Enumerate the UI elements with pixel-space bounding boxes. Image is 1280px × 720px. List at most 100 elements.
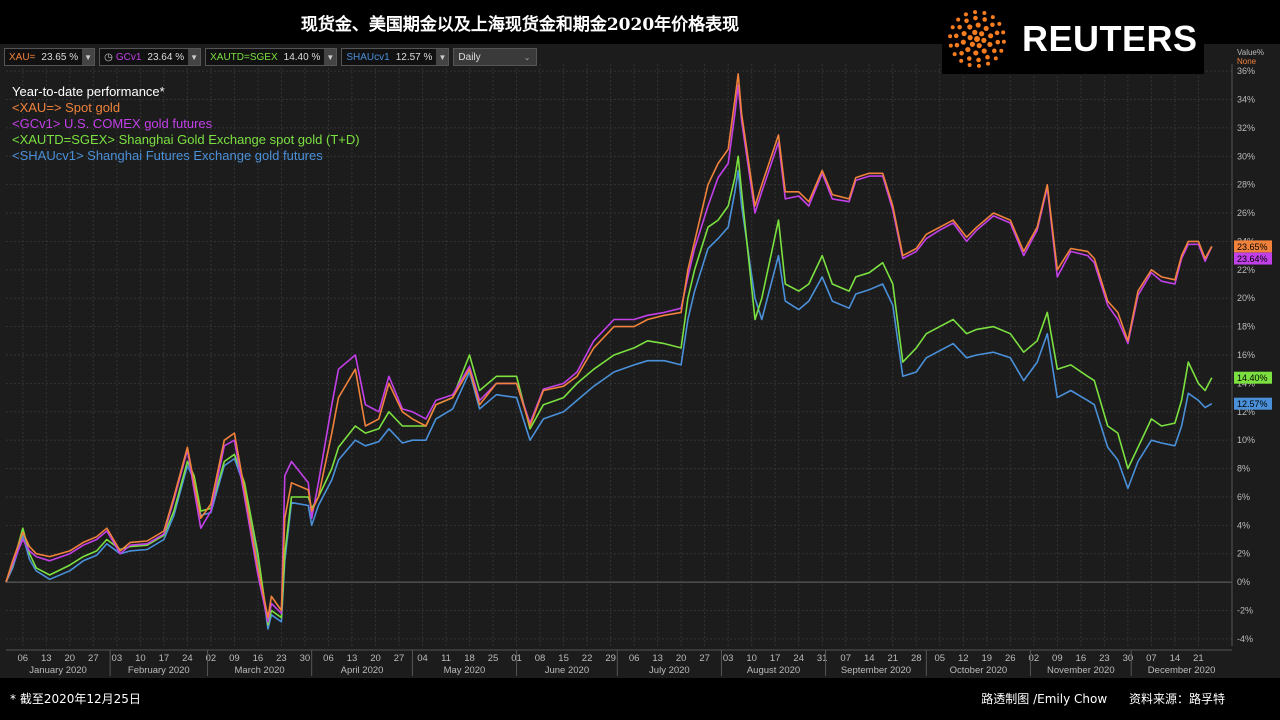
logo-dot: [976, 43, 982, 49]
logo-dot: [952, 52, 957, 57]
logo-dot: [979, 31, 985, 37]
logo-dot: [954, 42, 960, 48]
last-value-label: 23.64%: [1237, 254, 1268, 264]
y-tick-label: 0%: [1237, 577, 1250, 587]
x-tick-label: 14: [864, 653, 875, 664]
logo-dot: [982, 11, 987, 16]
logo-dot: [956, 17, 961, 22]
ric-value: 12.57 %: [395, 51, 433, 63]
right-axis-header: Value% None: [1237, 48, 1264, 66]
x-tick-label: 16: [1076, 653, 1087, 664]
x-tick-label: 21: [887, 653, 898, 664]
footnote: * 截至2020年12月25日: [10, 692, 141, 706]
logo-dot: [993, 56, 998, 61]
x-tick-label: 20: [370, 653, 381, 664]
x-tick-label: 23: [1099, 653, 1110, 664]
x-tick-label: 27: [699, 653, 710, 664]
x-tick-label: 03: [112, 653, 123, 664]
logo-dot: [976, 57, 981, 63]
logo-dot: [974, 36, 980, 42]
x-tick-label: 17: [159, 653, 170, 664]
chevron-down-icon[interactable]: ▼: [324, 49, 337, 65]
x-tick-label: 14: [1170, 653, 1181, 664]
ric-selector-xautd[interactable]: XAUTD=SGEX 14.40 % ▼: [205, 48, 338, 66]
x-tick-label: 22: [582, 653, 593, 664]
logo-dot: [967, 24, 973, 30]
x-tick-label: 26: [1005, 653, 1016, 664]
x-tick-label: 24: [182, 653, 193, 664]
x-tick-label: 08: [535, 653, 546, 664]
x-tick-label: 07: [1146, 653, 1157, 664]
chevron-down-icon[interactable]: ▼: [188, 49, 201, 65]
ric-selector-xau[interactable]: XAU= 23.65 % ▼: [4, 48, 96, 66]
y-tick-label: 18%: [1237, 322, 1255, 332]
axis-unit: Value%: [1237, 48, 1264, 57]
x-tick-label: 25: [488, 653, 499, 664]
x-tick-label: 13: [347, 653, 358, 664]
clock-icon: ◷: [104, 51, 113, 63]
logo-dot: [963, 12, 968, 17]
last-value-tag: 23.64%: [1234, 252, 1272, 265]
x-tick-label: 23: [276, 653, 287, 664]
x-tick-label: 06: [629, 653, 640, 664]
logo-dot: [1001, 30, 1006, 35]
logo-dot: [973, 50, 979, 56]
legend-title: Year-to-date performance*: [12, 84, 165, 99]
x-tick-label: 11: [441, 653, 451, 664]
chevron-down-icon[interactable]: ▼: [436, 49, 449, 65]
x-tick-label: 18: [464, 653, 475, 664]
last-value-tag: 12.57%: [1234, 397, 1272, 410]
ric-selector-gcv1[interactable]: ◷ GCv1 23.64 % ▼: [99, 48, 202, 66]
x-tick-label: 27: [394, 653, 405, 664]
month-label: April 2020: [341, 665, 384, 676]
ric-value: 14.40 %: [283, 51, 321, 63]
legend-entry-gcv1: <GCv1> U.S. COMEX gold futures: [12, 116, 213, 131]
logo-dot: [990, 22, 995, 28]
logo-dot: [957, 24, 962, 30]
month-label: March 2020: [235, 665, 285, 676]
ric-selector-shau[interactable]: SHAUcv1 12.57 % ▼: [341, 48, 450, 66]
logo-dot: [966, 56, 972, 61]
interval-select[interactable]: Daily ⌄: [453, 48, 538, 66]
ric-label: SHAUcv1: [346, 51, 390, 63]
logo-dot: [964, 18, 969, 24]
chevron-down-icon[interactable]: ▼: [82, 49, 95, 65]
graphic-credit: 路透制图 /Emily Chow: [981, 692, 1108, 706]
y-tick-label: 28%: [1237, 180, 1255, 190]
logo-dot: [961, 30, 967, 37]
x-tick-label: 04: [417, 653, 428, 664]
last-value-label: 12.57%: [1237, 399, 1268, 409]
x-tick-label: 09: [1052, 653, 1063, 664]
ric-value: 23.65 %: [41, 51, 79, 63]
logo-dot: [992, 48, 997, 54]
x-tick-label: 17: [770, 653, 781, 664]
y-tick-label: 36%: [1237, 66, 1255, 76]
x-tick-label: 29: [605, 653, 616, 664]
month-label: July 2020: [649, 665, 690, 676]
chart-title: 现货金、美国期金以及上海现货金和期金2020年价格表现: [300, 15, 740, 35]
y-tick-label: 34%: [1237, 94, 1255, 104]
series-line-xautd-sgex: [5, 155, 1213, 626]
x-tick-label: 28: [911, 653, 922, 664]
logo-dot: [967, 35, 973, 41]
x-tick-label: 24: [793, 653, 804, 664]
month-label: August 2020: [747, 665, 800, 676]
y-tick-label: 8%: [1237, 464, 1250, 474]
logo-dot: [965, 46, 971, 53]
x-tick-label: 07: [840, 653, 851, 664]
logo-dot: [948, 43, 953, 48]
reuters-wordmark: REUTERS: [1022, 18, 1198, 59]
logo-dot: [983, 25, 989, 32]
ric-label: XAU=: [9, 51, 36, 63]
x-tick-label: 09: [229, 653, 240, 664]
logo-dot: [973, 10, 978, 15]
logo-dot: [999, 48, 1004, 53]
logo-dot: [981, 37, 987, 43]
logo-dot: [967, 62, 972, 67]
y-tick-label: 2%: [1237, 549, 1250, 559]
reuters-dots-icon: [948, 10, 1006, 68]
x-tick-label: 10: [135, 653, 146, 664]
axis-mode: None: [1237, 57, 1257, 66]
y-tick-label: 20%: [1237, 293, 1255, 303]
y-tick-label: 22%: [1237, 265, 1255, 275]
